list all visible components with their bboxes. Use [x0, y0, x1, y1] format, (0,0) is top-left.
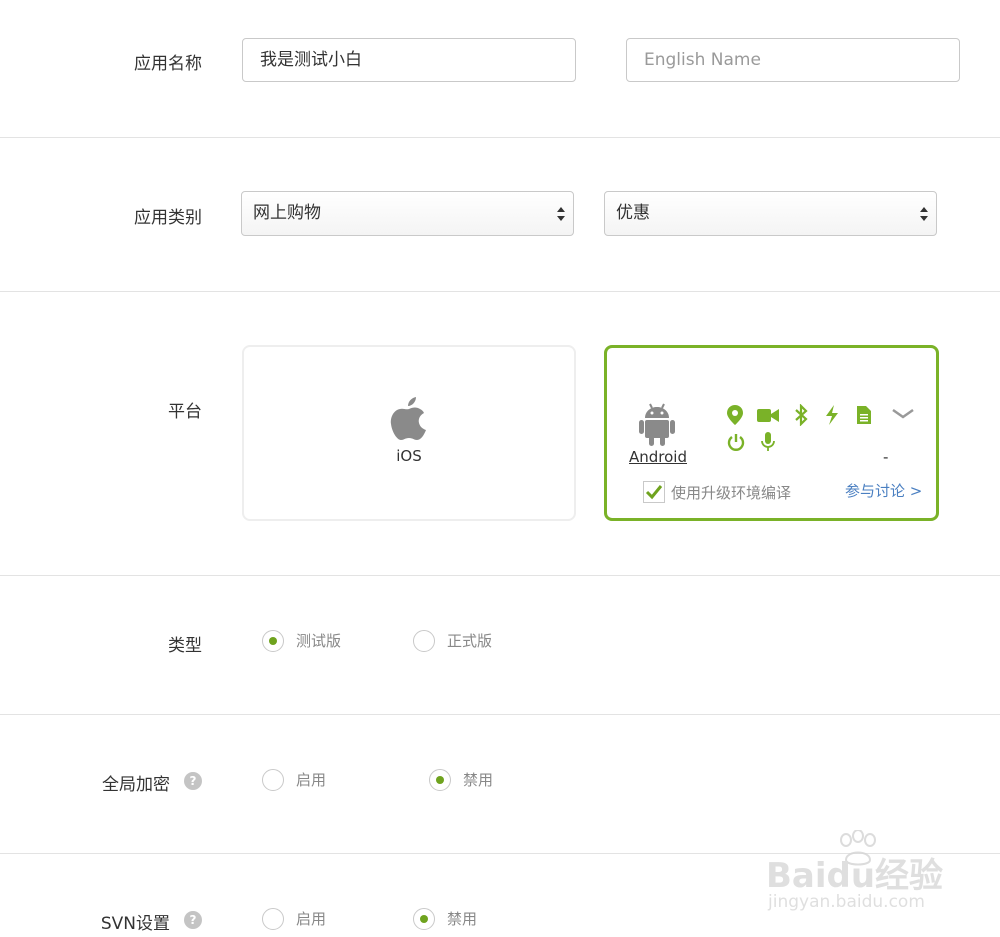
category-secondary-select[interactable]: 优惠: [604, 191, 937, 236]
build-type-test-radio[interactable]: [262, 630, 284, 652]
watermark-url: jingyan.baidu.com: [768, 892, 925, 912]
platform-row: 平台 iOS Android - 使用升级环境编译 参与讨论 >: [0, 291, 1000, 576]
upgrade-checkbox[interactable]: [643, 481, 665, 503]
encryption-disable-label: 禁用: [463, 771, 494, 789]
select-arrows-icon: [920, 207, 928, 221]
build-type-label: 类型: [168, 636, 202, 656]
svn-disable-label: 禁用: [447, 910, 478, 928]
video-icon: [757, 409, 779, 422]
svn-disable-radio[interactable]: [413, 908, 435, 930]
bluetooth-icon: [795, 404, 808, 426]
category-row: 应用类别 网上购物 优惠: [0, 137, 1000, 292]
android-platform-card[interactable]: Android - 使用升级环境编译 参与讨论 >: [604, 345, 939, 521]
location-icon: [727, 405, 743, 425]
category-label: 应用类别: [134, 208, 202, 228]
android-icon: [639, 403, 675, 446]
app-name-row: 应用名称 我是测试小白 English Name: [0, 0, 1000, 138]
power-icon: [727, 434, 745, 451]
app-name-label: 应用名称: [134, 54, 202, 74]
file-icon: [857, 406, 871, 424]
build-type-release-label: 正式版: [447, 632, 493, 650]
encryption-label: 全局加密: [102, 775, 170, 795]
select-arrows-icon: [557, 207, 565, 221]
svn-enable-radio[interactable]: [262, 908, 284, 930]
apple-icon: [390, 397, 426, 440]
ios-label: iOS: [396, 447, 422, 465]
category-secondary-value: 优惠: [616, 203, 650, 223]
ios-platform-card[interactable]: iOS: [242, 345, 576, 521]
build-type-release-radio[interactable]: [413, 630, 435, 652]
microphone-icon: [761, 432, 775, 451]
encryption-enable-radio[interactable]: [262, 769, 284, 791]
platform-label: 平台: [168, 402, 202, 422]
upgrade-checkbox-label: 使用升级环境编译: [671, 484, 792, 502]
flash-icon: [826, 405, 838, 425]
expand-icon[interactable]: [891, 408, 915, 420]
svn-help-icon[interactable]: ?: [184, 911, 202, 929]
category-primary-select[interactable]: 网上购物: [241, 191, 574, 236]
encryption-disable-radio[interactable]: [429, 769, 451, 791]
svn-enable-label: 启用: [296, 910, 327, 928]
encryption-help-icon[interactable]: ?: [184, 772, 202, 790]
category-primary-value: 网上购物: [253, 203, 321, 223]
android-label[interactable]: Android: [629, 448, 687, 466]
baidu-watermark: Baidu经验 jingyan.baidu.com: [766, 830, 966, 920]
svn-label: SVN设置: [100, 914, 170, 934]
checkmark-icon: [645, 485, 663, 500]
app-name-cn-input[interactable]: 我是测试小白: [242, 38, 576, 82]
build-type-row: 类型 测试版 正式版: [0, 575, 1000, 715]
android-dash: -: [883, 448, 889, 466]
watermark-brand: Baidu经验: [766, 856, 944, 896]
build-type-test-label: 测试版: [296, 632, 342, 650]
discuss-link[interactable]: 参与讨论 >: [845, 480, 922, 501]
app-name-en-input[interactable]: English Name: [626, 38, 960, 82]
encryption-enable-label: 启用: [296, 771, 327, 789]
